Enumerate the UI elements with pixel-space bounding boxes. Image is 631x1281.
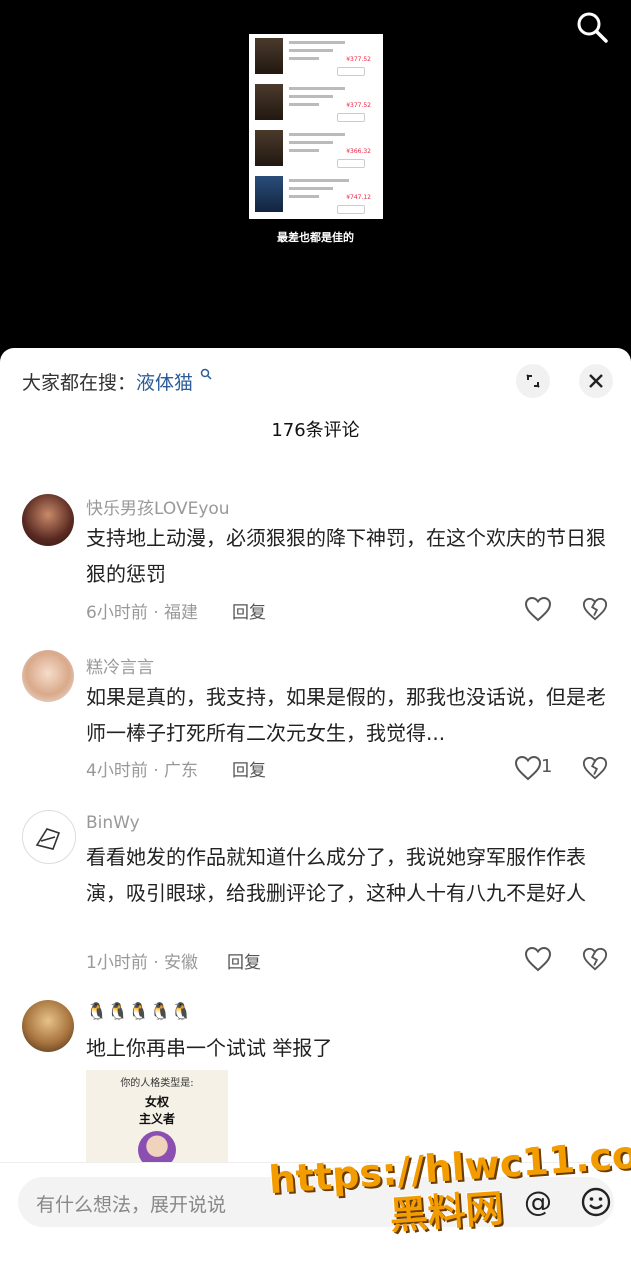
comment-text: 地上你再串一个试试 举报了 <box>86 1036 333 1060</box>
image-text: 女权 <box>144 1095 169 1109</box>
search-icon[interactable] <box>575 10 609 44</box>
reply-button[interactable]: 回复 <box>227 948 261 973</box>
close-icon <box>589 374 603 388</box>
hot-search-prefix: 大家都在搜： <box>22 372 137 394</box>
video-player[interactable]: ¥377.52 ¥377.52 ¥366.32 ¥747.12 最差也都是佳的 <box>0 0 631 348</box>
expand-icon <box>526 374 540 388</box>
heart-icon[interactable] <box>514 755 542 781</box>
like-count: 1 <box>541 756 553 777</box>
video-frame-hotel-list: ¥377.52 ¥377.52 ¥366.32 ¥747.12 <box>249 34 383 219</box>
hotel-card: ¥377.52 <box>253 36 379 78</box>
hotel-card: ¥747.12 <box>253 174 379 216</box>
broken-heart-icon[interactable] <box>582 596 608 622</box>
avatar[interactable] <box>22 810 76 864</box>
expand-button[interactable] <box>516 364 550 398</box>
hotel-card: ¥366.32 <box>253 128 379 170</box>
hot-search-keyword[interactable]: 液体猫 <box>136 372 193 394</box>
comment-text: 如果是真的，我支持，如果是假的，那我也没话说，但是老师一棒子打死所有二次元女生，… <box>86 685 606 745</box>
comment-text: 看看她发的作品就知道什么成分了，我说她穿军服作作表演，吸引眼球，给我删评论了，这… <box>86 845 586 905</box>
comment-username[interactable]: BinWy <box>86 813 140 833</box>
comment-meta: 1小时前 · 安徽 <box>86 953 199 973</box>
comment-text: 支持地上动漫，必须狠狠的降下神罚，在这个欢庆的节日狠狠的惩罚 <box>86 526 606 586</box>
avatar[interactable] <box>22 650 74 702</box>
avatar[interactable] <box>22 494 74 546</box>
comment-username[interactable]: 🐧🐧🐧🐧🐧 <box>86 1002 192 1022</box>
video-caption: 最差也都是佳的 <box>277 231 354 244</box>
image-text: 你的人格类型是: <box>120 1078 194 1089</box>
heart-icon[interactable] <box>524 946 552 972</box>
comment-input-placeholder: 有什么想法，展开说说 <box>36 1194 227 1216</box>
comment-image[interactable]: 你的人格类型是: 女权 主义者 <box>86 1070 228 1170</box>
comment-meta: 6小时前 · 福建 <box>86 603 199 623</box>
comment-username[interactable]: 糕冷言言 <box>86 653 154 678</box>
reply-button[interactable]: 回复 <box>232 756 266 781</box>
hotel-card: ¥377.52 <box>253 82 379 124</box>
search-small-icon <box>200 368 212 380</box>
heart-icon[interactable] <box>524 596 552 622</box>
comment-meta: 4小时前 · 广东 <box>86 761 199 781</box>
comment-username[interactable]: 快乐男孩LOVEyou <box>86 494 230 519</box>
close-button[interactable] <box>579 364 613 398</box>
hot-search-bar[interactable]: 大家都在搜：液体猫 <box>22 368 212 395</box>
reply-button[interactable]: 回复 <box>232 598 266 623</box>
broken-heart-icon[interactable] <box>582 946 608 972</box>
broken-heart-icon[interactable] <box>582 755 608 781</box>
avatar[interactable] <box>22 1000 74 1052</box>
comment-count: 176条评论 <box>271 420 360 441</box>
image-text: 主义者 <box>138 1112 175 1126</box>
